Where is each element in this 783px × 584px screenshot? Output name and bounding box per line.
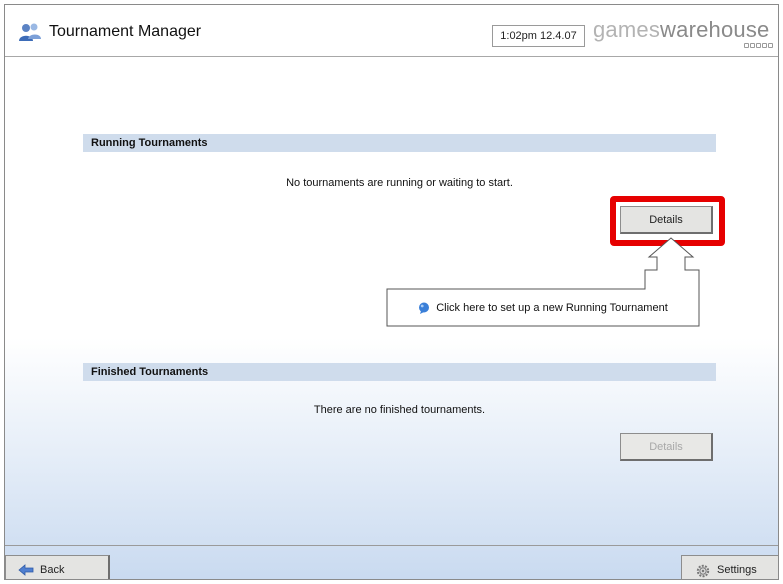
app-window: Tournament Manager 1:02pm 12.4.07 gamesw…	[4, 4, 779, 580]
speech-bubble-icon	[419, 302, 430, 314]
back-button-label: Back	[40, 563, 65, 576]
back-button[interactable]: Back	[5, 555, 110, 579]
finished-empty-message: There are no finished tournaments.	[313, 404, 486, 416]
arrow-left-icon	[18, 564, 34, 576]
callout-box: Click here to set up a new Running Tourn…	[387, 289, 699, 326]
finished-tournaments-header: Finished Tournaments	[83, 363, 716, 381]
gear-icon	[696, 564, 710, 578]
finished-details-button[interactable]: Details	[620, 433, 713, 461]
footer-divider	[5, 545, 778, 546]
callout-text: Click here to set up a new Running Tourn…	[436, 301, 668, 314]
settings-button[interactable]: Settings	[681, 555, 778, 579]
settings-button-label: Settings	[717, 563, 757, 576]
